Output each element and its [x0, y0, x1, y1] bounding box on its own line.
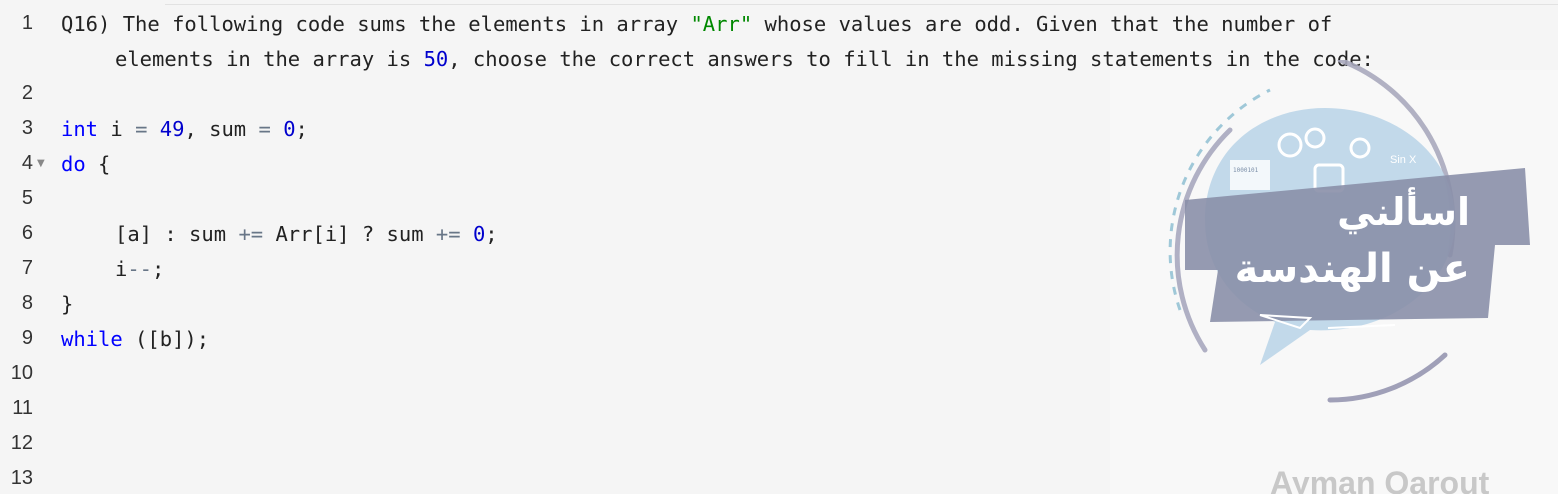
fold-arrow-icon[interactable]: ▼	[37, 158, 45, 169]
question-text: elements in the array is	[115, 47, 424, 71]
line-number: 5	[21, 187, 33, 209]
keyword-while: while	[61, 327, 123, 351]
code-number: 0	[472, 222, 486, 246]
code-line-4: do {	[61, 150, 110, 178]
keyword-int: int	[61, 117, 99, 141]
code-token: , sum	[184, 117, 259, 141]
line-number: 8	[21, 292, 33, 314]
code-operator: =	[258, 117, 271, 141]
code-number: 49	[159, 117, 185, 141]
keyword-do: do	[61, 152, 86, 176]
line-number: 13	[10, 467, 33, 489]
element-count: 50	[423, 47, 449, 71]
code-line-7: i--;	[115, 255, 164, 283]
code-token: }	[61, 292, 74, 316]
code-line-6: [a] : sum += Arr[i] ? sum += 0;	[115, 220, 498, 248]
code-line-3: int i = 49, sum = 0;	[61, 115, 308, 143]
top-divider	[165, 0, 1558, 5]
line-number: 9	[21, 327, 33, 349]
line-number: 3	[21, 117, 33, 139]
array-name-string: "Arr"	[690, 12, 753, 36]
watermark-backdrop	[1110, 70, 1558, 494]
line-number: 12	[10, 432, 33, 454]
code-token: ([b]);	[122, 327, 210, 351]
code-token: {	[85, 152, 111, 176]
code-operator: --	[127, 257, 153, 281]
line-number-gutter: 1 2 3 4 ▼ 5 6 7 8 9 10 11 12 13	[0, 0, 48, 494]
question-line-1-wrap: elements in the array is 50, choose the …	[115, 45, 1374, 73]
code-operator: =	[135, 117, 148, 141]
line-number: 11	[12, 397, 33, 419]
question-text: whose values are odd. Given that the num…	[752, 12, 1333, 36]
code-token: Arr[i] ? sum	[263, 222, 436, 246]
code-editor[interactable]: 1 2 3 4 ▼ 5 6 7 8 9 10 11 12 13 Q16) The…	[0, 0, 1558, 494]
code-token: i	[115, 257, 128, 281]
question-line-1: Q16) The following code sums the element…	[61, 10, 1332, 38]
code-token: ;	[485, 222, 498, 246]
line-number: 4	[21, 152, 33, 174]
code-token: : sum	[152, 222, 239, 246]
line-number: 7	[21, 257, 33, 279]
code-line-9: while ([b]);	[61, 325, 209, 353]
code-number: 0	[283, 117, 296, 141]
question-text: The following code sums the elements in …	[122, 12, 691, 36]
code-token: i	[98, 117, 136, 141]
code-operator: +=	[435, 222, 461, 246]
code-token: ;	[152, 257, 165, 281]
code-token: ;	[295, 117, 308, 141]
line-number: 2	[21, 82, 33, 104]
question-label: Q16)	[61, 12, 111, 36]
code-line-8: }	[61, 290, 73, 318]
line-number: 6	[21, 222, 33, 244]
code-operator: +=	[238, 222, 264, 246]
line-number: 1	[21, 12, 33, 34]
question-text: , choose the correct answers to fill in …	[448, 47, 1374, 71]
line-number: 10	[10, 362, 33, 384]
blank-a: [a]	[115, 222, 153, 246]
